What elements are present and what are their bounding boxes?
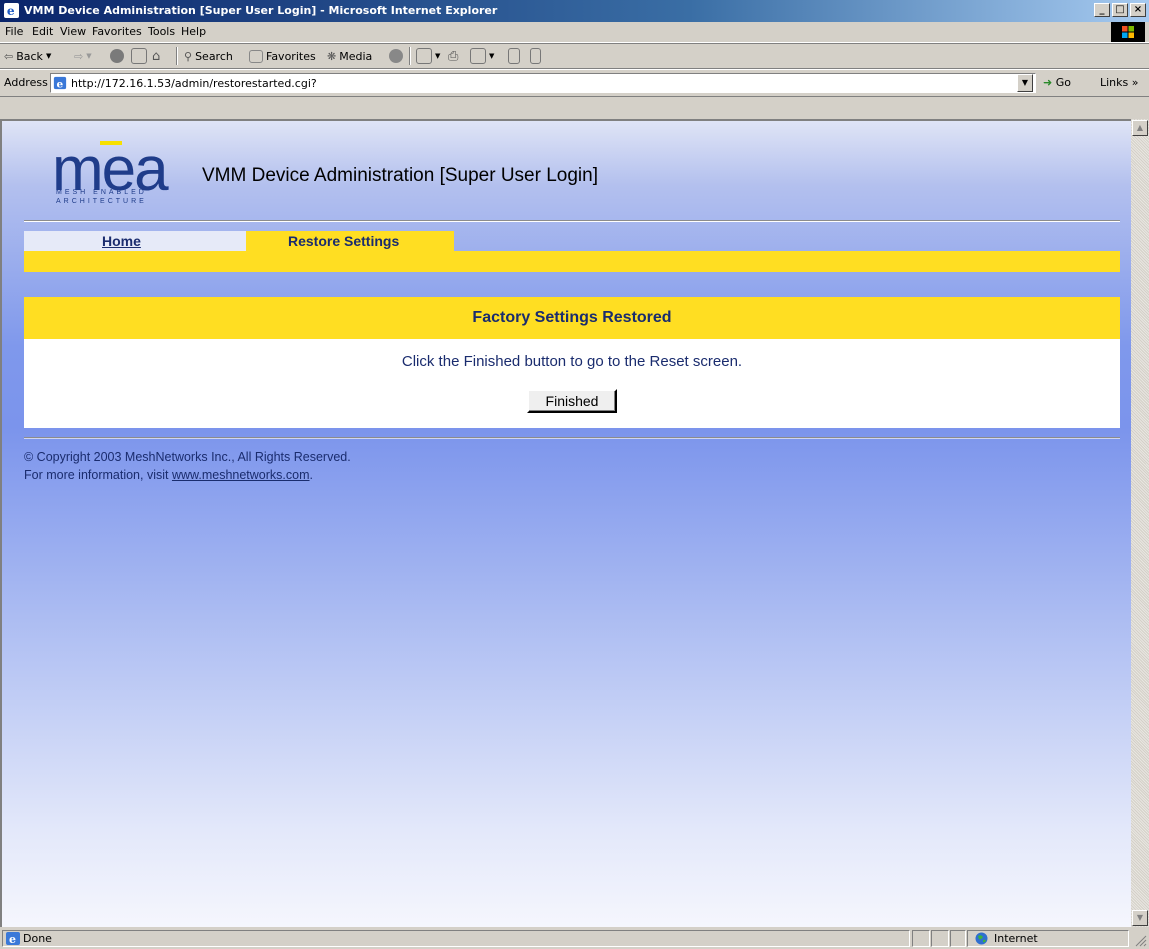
messenger-button[interactable] (530, 48, 541, 64)
toolbar-separator (409, 47, 411, 65)
scroll-up-button[interactable]: ▲ (1132, 120, 1148, 136)
address-input[interactable]: e http://172.16.1.53/admin/restorestarte… (50, 73, 1036, 93)
tab-restore-settings[interactable]: Restore Settings (246, 231, 454, 251)
back-arrow-icon: ⇦ (4, 49, 14, 63)
messenger-icon (530, 48, 541, 64)
page-content: mea MESH ENABLED ARCHITECTURE VMM Device… (0, 119, 1131, 927)
maximize-button[interactable]: □ (1112, 3, 1128, 17)
toolbar-separator (176, 47, 178, 65)
print-button[interactable]: ⎙ (448, 48, 458, 64)
chevron-down-icon: ▼ (1136, 913, 1144, 922)
panel-header: Factory Settings Restored (24, 297, 1120, 339)
home-link[interactable]: Home (102, 233, 141, 249)
vertical-scrollbar[interactable]: ▲ ▼ (1131, 119, 1149, 927)
footer-divider (24, 437, 1120, 439)
stop-icon (110, 49, 124, 63)
more-info-text: For more information, visit www.meshnetw… (24, 468, 313, 482)
status-pane (931, 930, 949, 947)
search-icon: ⚲ (184, 49, 193, 63)
header-divider (24, 220, 1120, 222)
globe-icon (975, 932, 988, 945)
panel-message: Click the Finished button to go to the R… (401, 353, 743, 370)
page-done-icon: e (6, 932, 20, 945)
address-label: Address (4, 76, 48, 89)
chevron-down-icon: ▼ (435, 52, 441, 60)
copyright-text: © Copyright 2003 MeshNetworks Inc., All … (24, 450, 351, 464)
menu-bar: File Edit View Favorites Tools Help (0, 22, 1149, 43)
svg-text:e: e (7, 4, 15, 18)
history-icon (389, 49, 403, 63)
status-text: Done (23, 932, 52, 945)
home-icon: ⌂ (152, 48, 161, 64)
go-arrow-icon: ➜ (1043, 76, 1053, 89)
back-button[interactable]: ⇦ Back ▼ (4, 48, 51, 64)
search-button[interactable]: ⚲ Search (184, 48, 233, 64)
standard-toolbar: ⇦ Back ▼ ⇨ ▼ ⌂ ⚲ Search Favorites ❋ Medi… (0, 44, 1149, 69)
chevron-down-icon: ▼ (1021, 78, 1029, 87)
window-title-bar[interactable]: e VMM Device Administration [Super User … (0, 0, 1149, 22)
address-bar: Address e http://172.16.1.53/admin/resto… (0, 70, 1149, 97)
status-bar: e Done Internet (0, 928, 1149, 949)
address-dropdown-button[interactable]: ▼ (1017, 74, 1033, 92)
scroll-down-button[interactable]: ▼ (1132, 910, 1148, 926)
zone-label: Internet (994, 932, 1038, 945)
chevron-up-icon: ▲ (1136, 123, 1144, 132)
edit-button[interactable]: ▼ (470, 48, 494, 64)
menu-view[interactable]: View (60, 25, 86, 38)
forward-arrow-icon: ⇨ (74, 49, 84, 63)
print-icon: ⎙ (448, 48, 459, 64)
resize-grip-icon[interactable] (1134, 934, 1147, 947)
status-pane (950, 930, 966, 947)
favorites-icon (249, 49, 263, 63)
address-url: http://172.16.1.53/admin/restorestarted.… (71, 77, 317, 90)
ie-icon: e (4, 3, 19, 18)
status-pane (912, 930, 930, 947)
windows-flag-icon (1122, 26, 1134, 38)
discuss-icon (508, 48, 520, 64)
menu-tools[interactable]: Tools (148, 25, 175, 38)
svg-text:e: e (57, 78, 64, 90)
links-button[interactable]: Links » (1100, 76, 1138, 89)
word-icon (470, 48, 486, 64)
tab-bar: Home Restore Settings (24, 231, 1120, 275)
panel-heading: Factory Settings Restored (472, 309, 672, 326)
menu-file[interactable]: File (5, 25, 23, 38)
svg-text:e: e (9, 933, 16, 945)
page-icon: e (53, 76, 67, 90)
mea-logo: mea MESH ENABLED ARCHITECTURE (52, 135, 169, 206)
chevron-down-icon: ▼ (489, 52, 495, 60)
history-button[interactable] (389, 48, 403, 64)
windows-logo (1111, 22, 1145, 42)
forward-button[interactable]: ⇨ ▼ (74, 48, 92, 64)
discuss-button[interactable] (508, 48, 520, 64)
go-button[interactable]: ➜ Go (1043, 76, 1071, 89)
refresh-button[interactable] (131, 48, 147, 64)
meshnetworks-link[interactable]: www.meshnetworks.com (172, 468, 310, 482)
mail-button[interactable]: ▼ (416, 48, 440, 64)
finished-button[interactable]: Finished (527, 389, 617, 413)
refresh-icon (131, 48, 147, 64)
favorites-button[interactable]: Favorites (249, 48, 316, 64)
close-button[interactable]: × (1130, 3, 1146, 17)
menu-edit[interactable]: Edit (32, 25, 53, 38)
status-text-pane: e Done (2, 930, 910, 947)
mail-icon (416, 48, 432, 64)
stop-button[interactable] (110, 48, 124, 64)
tab-underline-bar (24, 251, 1120, 272)
chevron-down-icon: ▼ (86, 52, 92, 60)
menu-help[interactable]: Help (181, 25, 206, 38)
tab-home[interactable]: Home (24, 231, 246, 251)
menu-favorites[interactable]: Favorites (92, 25, 142, 38)
window-title: VMM Device Administration [Super User Lo… (24, 4, 498, 17)
status-panel: Factory Settings Restored Click the Fini… (24, 297, 1120, 428)
media-icon: ❋ (327, 49, 337, 63)
home-button[interactable]: ⌂ (152, 48, 160, 64)
page-title: VMM Device Administration [Super User Lo… (202, 165, 598, 186)
chevron-down-icon: ▼ (45, 52, 52, 60)
media-button[interactable]: ❋ Media (327, 48, 372, 64)
minimize-button[interactable]: _ (1094, 3, 1110, 17)
security-zone-pane: Internet (967, 930, 1129, 947)
